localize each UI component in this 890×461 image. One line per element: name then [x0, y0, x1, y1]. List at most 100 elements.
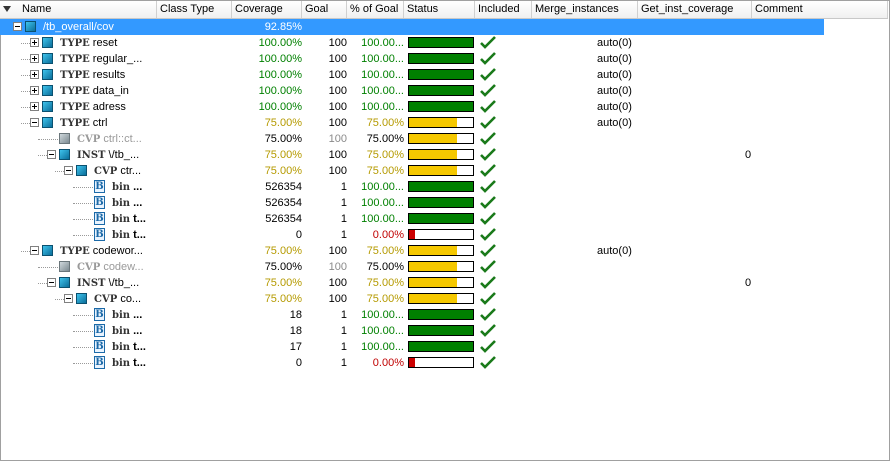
tree-item-name: INST \/tb_... [77, 147, 139, 163]
col-pct-goal[interactable]: % of Goal [347, 1, 404, 18]
item-label: codewor... [92, 245, 143, 257]
tree-row[interactable]: TYPE regular_... 100.00% 100 100.00... auto(… [0, 51, 888, 67]
expand-icon[interactable] [30, 86, 39, 95]
tree-row[interactable]: CVP ctrl::ct... 75.00% 100 75.00% [0, 131, 888, 147]
tree-item-name: TYPE codewor... [60, 243, 143, 259]
status-bar [408, 181, 474, 192]
pct-of-goal-value: 100.00... [361, 197, 404, 209]
tree-row[interactable]: Bbin t... 0 1 0.00% [0, 227, 888, 243]
col-merge-instances[interactable]: Merge_instances [532, 1, 638, 18]
status-bar-fill [409, 214, 473, 223]
item-kind: bin [112, 358, 131, 369]
tree-row-selected[interactable]: /tb_overall/cov 92.85% [0, 19, 824, 35]
goal-value: 100 [328, 245, 347, 257]
tree-row[interactable]: TYPE ctrl 75.00% 100 75.00% auto(0) [0, 115, 888, 131]
covergroup-type-icon [42, 85, 53, 96]
col-comment[interactable]: Comment [752, 1, 888, 18]
expand-icon[interactable] [30, 38, 39, 47]
goal-value: 100 [328, 149, 347, 161]
tree-connector [55, 171, 64, 173]
status-bar-fill [409, 230, 416, 239]
pct-of-goal-value: 75.00% [366, 293, 404, 305]
tree-connector [73, 331, 93, 333]
expand-icon[interactable] [30, 102, 39, 111]
col-status[interactable]: Status [404, 1, 475, 18]
item-kind: bin [112, 230, 131, 241]
tree-item-name: bin t... [112, 227, 146, 243]
tree-row[interactable]: TYPE reset 100.00% 100 100.00... auto(0) [0, 35, 888, 51]
tree-item-name: bin t... [112, 211, 146, 227]
coverpoint-icon [76, 165, 87, 176]
tree-connector [73, 187, 93, 189]
tree-row[interactable]: CVP co... 75.00% 100 75.00% [0, 291, 888, 307]
pct-of-goal-value: 100.00... [361, 213, 404, 225]
tree-row[interactable]: Bbin t... 526354 1 100.00... [0, 211, 888, 227]
tree-row[interactable]: TYPE results 100.00% 100 100.00... auto(0) [0, 67, 888, 83]
collapse-icon[interactable] [30, 246, 39, 255]
collapse-icon[interactable] [64, 166, 73, 175]
tree-row[interactable]: Bbin ... 18 1 100.00... [0, 323, 888, 339]
item-label: t... [133, 213, 146, 225]
merge-instances-value: auto(0) [597, 69, 632, 81]
coverage-value: 75.00% [264, 117, 302, 129]
status-bar-fill [409, 246, 457, 255]
pct-of-goal-value [347, 19, 404, 35]
status-bar-fill [409, 262, 457, 271]
tree-row[interactable]: TYPE codewor... 75.00% 100 75.00% auto(0) [0, 243, 888, 259]
tree-row[interactable]: TYPE data_in 100.00% 100 100.00... auto(0) [0, 83, 888, 99]
coverage-value: 100.00% [258, 101, 302, 113]
collapse-icon[interactable] [64, 294, 73, 303]
col-coverage[interactable]: Coverage [232, 1, 302, 18]
coverage-value: 92.85% [264, 21, 302, 33]
included-check-icon [480, 308, 496, 321]
bin-icon: B [94, 340, 105, 353]
item-kind: bin [112, 214, 131, 225]
coverpoint-icon [76, 293, 87, 304]
item-kind: bin [112, 182, 131, 193]
collapse-icon[interactable] [47, 150, 56, 159]
col-goal[interactable]: Goal [302, 1, 347, 18]
tree-row[interactable]: INST \/tb_... 75.00% 100 75.00% 0 [0, 275, 888, 291]
collapse-icon[interactable] [47, 278, 56, 287]
tree-item-name: TYPE regular_... [60, 51, 142, 67]
included-check-icon [480, 340, 496, 353]
tree-row[interactable]: CVP codew... 75.00% 100 75.00% [0, 259, 888, 275]
col-included[interactable]: Included [475, 1, 532, 18]
status-bar-fill [409, 134, 457, 143]
goal-value: 100 [328, 69, 347, 81]
tree-row[interactable]: Bbin t... 17 1 100.00... [0, 339, 888, 355]
item-kind: CVP [94, 294, 118, 305]
coverage-value: 18 [289, 309, 302, 321]
included-check-icon [480, 52, 496, 65]
status-bar [408, 133, 474, 144]
status-bar-fill [409, 70, 473, 79]
status-bar-fill [409, 118, 457, 127]
pct-of-goal-value: 100.00... [361, 69, 404, 81]
coverage-value: 526354 [265, 181, 302, 193]
covergroup-type-icon [42, 69, 53, 80]
col-class-type[interactable]: Class Type [157, 1, 232, 18]
status-bar-fill [409, 198, 473, 207]
sort-arrow-icon[interactable] [3, 6, 11, 12]
collapse-icon[interactable] [13, 22, 22, 31]
col-name[interactable]: Name [0, 1, 157, 18]
item-kind: TYPE [60, 38, 90, 49]
tree-item-name: TYPE results [60, 67, 125, 83]
tree-row[interactable]: Bbin ... 526354 1 100.00... [0, 195, 888, 211]
covergroup-type-icon [42, 101, 53, 112]
expand-icon[interactable] [30, 70, 39, 79]
tree-row[interactable]: TYPE adress 100.00% 100 100.00... auto(0) [0, 99, 888, 115]
expand-icon[interactable] [30, 54, 39, 63]
tree-row[interactable]: Bbin ... 18 1 100.00... [0, 307, 888, 323]
item-kind: TYPE [60, 118, 90, 129]
tree-row[interactable]: Bbin ... 526354 1 100.00... [0, 179, 888, 195]
tree-row[interactable]: CVP ctr... 75.00% 100 75.00% [0, 163, 888, 179]
coverage-value: 75.00% [264, 261, 302, 273]
tree-row[interactable]: Bbin t... 0 1 0.00% [0, 355, 888, 371]
col-class-type-label: Class Type [160, 3, 215, 15]
col-get-inst-coverage[interactable]: Get_inst_coverage [638, 1, 752, 18]
item-kind: CVP [94, 166, 118, 177]
tree-row[interactable]: INST \/tb_... 75.00% 100 75.00% 0 [0, 147, 888, 163]
collapse-icon[interactable] [30, 118, 39, 127]
pct-of-goal-value: 100.00... [361, 181, 404, 193]
